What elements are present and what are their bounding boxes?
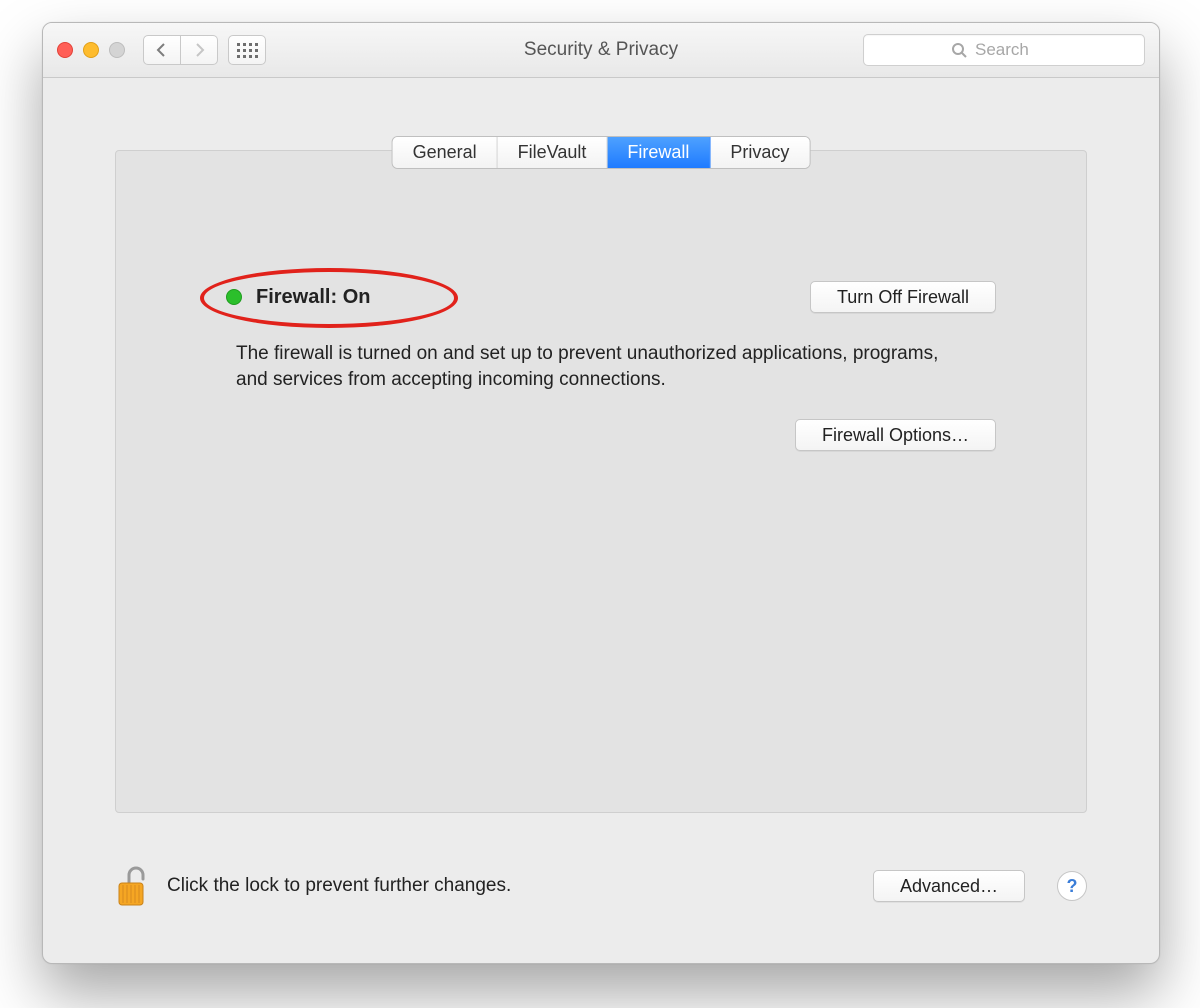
tab-filevault[interactable]: FileVault (498, 137, 608, 168)
search-input[interactable] (973, 39, 1057, 61)
tab-firewall[interactable]: Firewall (607, 137, 710, 168)
grid-icon (237, 43, 258, 58)
turn-off-firewall-button[interactable]: Turn Off Firewall (810, 281, 996, 313)
search-field[interactable] (863, 34, 1145, 66)
show-all-button[interactable] (228, 35, 266, 65)
tab-privacy[interactable]: Privacy (710, 137, 809, 168)
forward-button (181, 35, 218, 65)
close-window-button[interactable] (57, 42, 73, 58)
titlebar: Security & Privacy (43, 23, 1159, 78)
advanced-button[interactable]: Advanced… (873, 870, 1025, 902)
tab-bar: General FileVault Firewall Privacy (392, 136, 811, 169)
chevron-left-icon (156, 43, 168, 57)
firewall-description: The firewall is turned on and set up to … (236, 341, 946, 392)
footer: Click the lock to prevent further change… (115, 851, 1087, 921)
firewall-status: Firewall: On (226, 286, 370, 309)
window-body: General FileVault Firewall Privacy Firew… (43, 78, 1159, 963)
help-button[interactable]: ? (1057, 871, 1087, 901)
firewall-status-label: Firewall: On (256, 286, 370, 309)
tab-general[interactable]: General (393, 137, 498, 168)
nav-back-forward (143, 35, 218, 65)
firewall-options-button[interactable]: Firewall Options… (795, 419, 996, 451)
lock-message: Click the lock to prevent further change… (167, 875, 511, 897)
window-controls (57, 42, 125, 58)
chevron-right-icon (193, 43, 205, 57)
status-indicator-icon (226, 289, 242, 305)
minimize-window-button[interactable] (83, 42, 99, 58)
zoom-window-button (109, 42, 125, 58)
preferences-window: Security & Privacy General FileVault Fir… (42, 22, 1160, 964)
search-icon (951, 42, 967, 58)
content-panel: Firewall: On Turn Off Firewall The firew… (115, 150, 1087, 813)
firewall-status-row: Firewall: On Turn Off Firewall (226, 281, 996, 313)
back-button[interactable] (143, 35, 181, 65)
lock-icon[interactable] (115, 865, 149, 907)
